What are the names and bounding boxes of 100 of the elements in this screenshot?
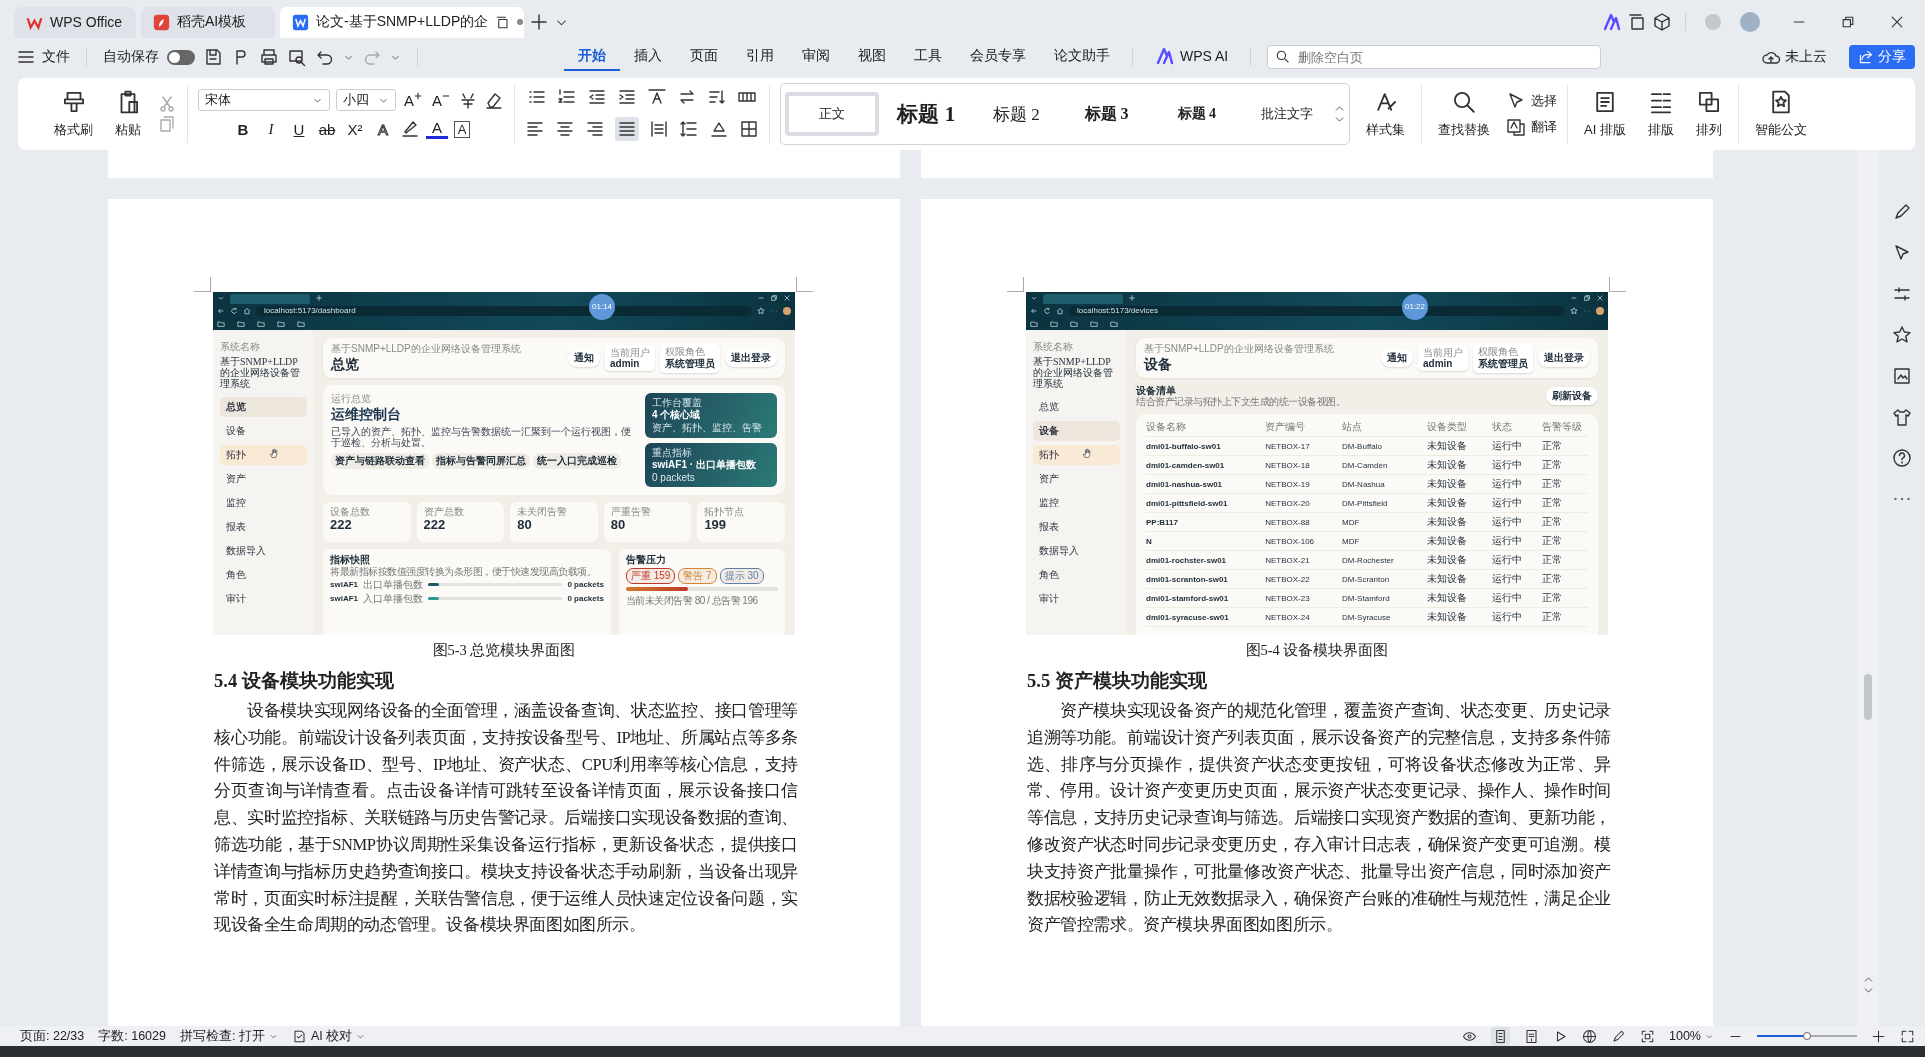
- font-size-dropdown[interactable]: 小四: [336, 89, 396, 111]
- window-icon[interactable]: [1627, 12, 1647, 32]
- scrollbar-thumb[interactable]: [1864, 674, 1872, 720]
- folder-icon[interactable]: [217, 320, 225, 328]
- shirt-icon[interactable]: [1892, 407, 1912, 427]
- page-count[interactable]: 页面: 22/33: [20, 1027, 85, 1045]
- star-icon[interactable]: [1570, 307, 1578, 315]
- nav-item[interactable]: 总览: [220, 397, 307, 417]
- select-button[interactable]: 选择: [1506, 88, 1557, 114]
- justify-icon[interactable]: [615, 117, 639, 141]
- sliders-icon[interactable]: [1892, 284, 1912, 304]
- image-icon[interactable]: [1892, 366, 1912, 386]
- nav-item[interactable]: 监控: [1033, 493, 1120, 513]
- pen-icon[interactable]: [1892, 202, 1912, 222]
- style-option[interactable]: 正文: [785, 92, 880, 136]
- outdent-icon[interactable]: [587, 87, 607, 107]
- ribbon-tab[interactable]: 视图: [844, 43, 900, 71]
- zoom-dropdown[interactable]: 100%: [1669, 1029, 1714, 1043]
- align-center-icon[interactable]: [555, 119, 575, 139]
- effect-button[interactable]: A: [372, 120, 394, 138]
- share-button[interactable]: 分享: [1849, 45, 1915, 69]
- borders-icon[interactable]: [739, 119, 759, 139]
- smart-document-button[interactable]: 智能公文: [1748, 89, 1813, 139]
- home-icon[interactable]: [1056, 307, 1064, 315]
- page-view-icon[interactable]: [1491, 1026, 1510, 1046]
- ribbon-tab[interactable]: 开始: [564, 43, 620, 71]
- style-option[interactable]: 标题 3: [1063, 92, 1150, 136]
- chevron-icon[interactable]: [1030, 294, 1038, 302]
- ribbon-tab[interactable]: 会员专享: [956, 43, 1040, 71]
- nav-item[interactable]: 角色: [1033, 565, 1120, 585]
- superscript-button[interactable]: X²: [344, 120, 366, 138]
- layout-button[interactable]: 排版: [1641, 89, 1680, 139]
- pen-icon[interactable]: [1611, 1028, 1626, 1044]
- help-icon[interactable]: [1892, 448, 1912, 468]
- ribbon-tab[interactable]: 审阅: [788, 43, 844, 71]
- style-set-button[interactable]: 样式集: [1360, 89, 1411, 139]
- app-tab[interactable]: WPS Office: [14, 6, 136, 38]
- reload-icon[interactable]: [1043, 307, 1051, 315]
- folder-icon[interactable]: [1070, 320, 1078, 328]
- avatar[interactable]: [1596, 307, 1604, 315]
- bold-button[interactable]: B: [232, 120, 254, 138]
- refresh-button[interactable]: 刷新设备: [1546, 387, 1598, 405]
- close-icon[interactable]: [1596, 294, 1604, 302]
- folder-icon[interactable]: [1110, 320, 1118, 328]
- minimize-icon[interactable]: [1570, 294, 1578, 302]
- align-right-icon[interactable]: [585, 119, 605, 139]
- grow-font-button[interactable]: A: [402, 91, 424, 109]
- close-icon[interactable]: [783, 294, 791, 302]
- strike-button[interactable]: ab: [316, 120, 338, 138]
- distribute-icon[interactable]: [649, 119, 669, 139]
- indent-icon[interactable]: [617, 87, 637, 107]
- align-left-icon[interactable]: [525, 119, 545, 139]
- app-tab[interactable]: 论文-基于SNMP+LLDP的企: [280, 6, 524, 38]
- back-icon[interactable]: [217, 307, 225, 315]
- ribbon-tab[interactable]: 引用: [732, 43, 788, 71]
- ribbon-tab[interactable]: 页面: [676, 43, 732, 71]
- border-button[interactable]: A: [454, 120, 470, 138]
- nav-item[interactable]: 资产: [1033, 469, 1120, 489]
- folder-icon[interactable]: [237, 320, 245, 328]
- nav-item[interactable]: 资产: [220, 469, 307, 489]
- nav-item[interactable]: 审计: [220, 589, 307, 609]
- shrink-font-button[interactable]: A: [430, 91, 452, 109]
- nav-item[interactable]: 拓扑: [220, 445, 307, 465]
- style-option[interactable]: 标题 2: [973, 92, 1060, 136]
- search-field[interactable]: 删除空白页: [1267, 45, 1602, 69]
- ribbon-tab[interactable]: 论文助手: [1040, 43, 1124, 71]
- close-icon[interactable]: [1889, 14, 1905, 30]
- nav-item[interactable]: 角色: [220, 565, 307, 585]
- fullscreen-icon[interactable]: [1900, 1028, 1915, 1044]
- folder-icon[interactable]: [1050, 320, 1058, 328]
- new-tab-icon[interactable]: [1128, 294, 1136, 302]
- nav-item[interactable]: 审计: [1033, 589, 1120, 609]
- zoom-in-icon[interactable]: [1871, 1028, 1886, 1044]
- save-icon[interactable]: [203, 47, 223, 67]
- nav-item[interactable]: 拓扑: [1033, 445, 1120, 465]
- cloud-status-button[interactable]: 未上云: [1761, 47, 1827, 67]
- scroll-up-icon[interactable]: [1334, 103, 1346, 114]
- chevron-icon[interactable]: [217, 294, 225, 302]
- nav-item[interactable]: 监控: [220, 493, 307, 513]
- style-option[interactable]: 标题 1: [883, 92, 970, 136]
- color-button[interactable]: A: [426, 119, 448, 139]
- restore-icon[interactable]: [770, 294, 778, 302]
- restore-icon[interactable]: [1840, 14, 1856, 30]
- scroll-down-icon[interactable]: [1334, 114, 1346, 125]
- highlighter-icon[interactable]: [400, 119, 420, 139]
- ribbon-tab[interactable]: 插入: [620, 43, 676, 71]
- folder-icon[interactable]: [1090, 320, 1098, 328]
- new-tab-icon[interactable]: [529, 12, 549, 32]
- ai-logo-icon[interactable]: [1602, 12, 1622, 32]
- scroll-down-icon[interactable]: [1862, 985, 1874, 996]
- restore-icon[interactable]: [1583, 294, 1591, 302]
- italic-button[interactable]: I: [260, 120, 282, 138]
- cube-icon[interactable]: [1652, 12, 1672, 32]
- print-icon[interactable]: [259, 47, 279, 67]
- folder-icon[interactable]: [277, 320, 285, 328]
- nav-item[interactable]: 报表: [220, 517, 307, 537]
- font-family-dropdown[interactable]: 宋体: [198, 89, 330, 111]
- style-option[interactable]: 标题 4: [1153, 92, 1240, 136]
- nav-item[interactable]: 数据导入: [1033, 541, 1120, 561]
- paste-button[interactable]: 粘贴: [109, 89, 147, 139]
